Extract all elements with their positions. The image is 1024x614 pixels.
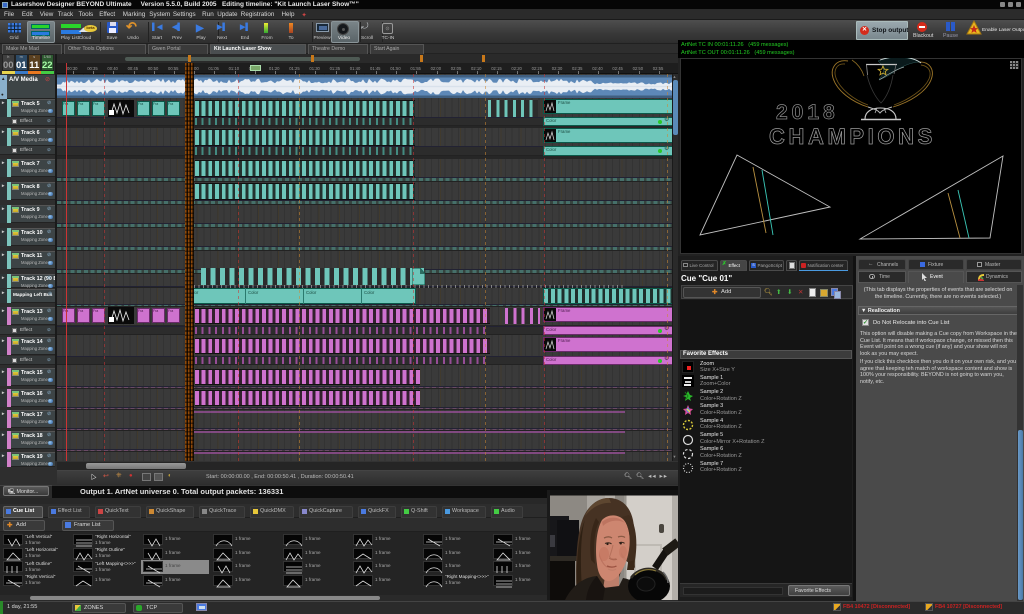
svg-text:2018: 2018 <box>776 101 839 124</box>
svg-text:CHAMPIONS: CHAMPIONS <box>769 124 936 149</box>
